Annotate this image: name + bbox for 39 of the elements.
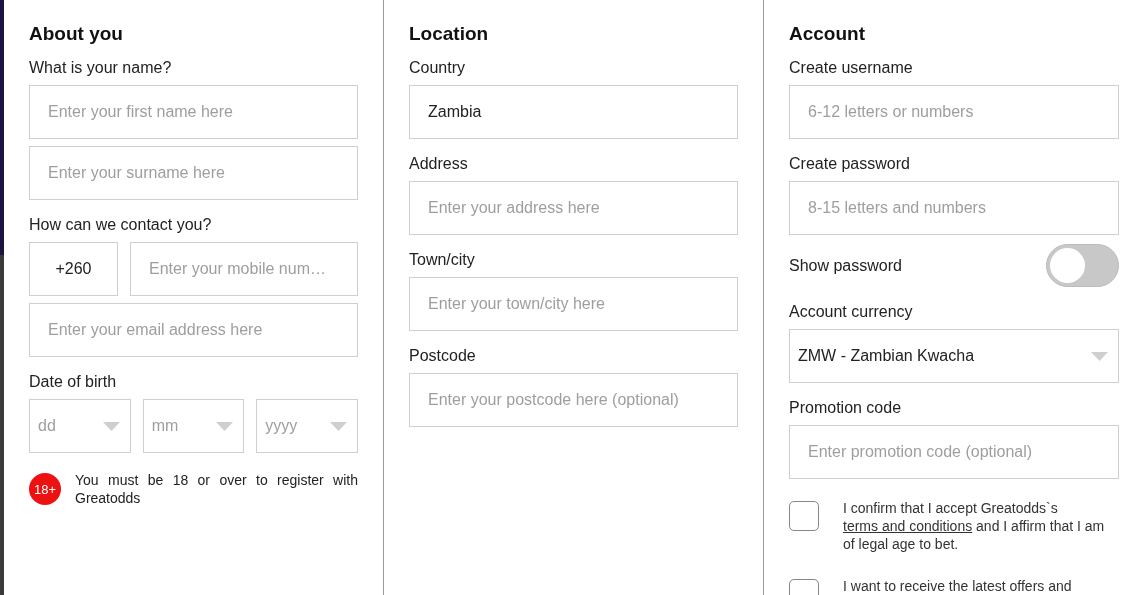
input-field[interactable]: 8-15 letters and numbers [789,181,1119,235]
field-label: Account currency [789,302,914,322]
input-field[interactable]: Enter your address here [409,181,738,235]
checkbox-text: I want to receive the latest offers and [843,577,1073,595]
currency-select[interactable]: ZMW - Zambian Kwacha [789,329,1119,383]
terms-link[interactable]: terms and conditions [843,518,973,534]
field-label: Town/city [409,250,476,270]
field-label: How can we contact you? [29,215,213,235]
input-field[interactable]: Enter your first name here [29,85,358,139]
show-password-toggle[interactable] [1046,244,1119,287]
age-notice: You must be 18 or over to register with Greatodds [75,471,358,507]
checkbox[interactable] [789,501,819,531]
checkbox-text: I confirm that I accept Greatodds`s terms and conditions and I affirm that I am of legal age to bet. [843,499,1106,553]
field-label: Postcode [409,346,477,366]
field-label: Address [409,154,469,174]
input-field[interactable]: Enter your postcode here (optional) [409,373,738,427]
field-label: Country [409,58,467,78]
field-label: Create username [789,58,914,78]
input-field[interactable]: Enter your surname here [29,146,358,200]
field-label: What is your name? [29,58,173,78]
input-field[interactable]: Enter your email address here [29,303,358,357]
input-field[interactable]: 6-12 letters or numbers [789,85,1119,139]
caret-icon [216,421,234,431]
caret-icon [102,421,120,431]
toggle-label: Show password [789,255,902,276]
section-title: Location [409,22,490,46]
caret-icon [330,421,347,431]
input-field[interactable]: Enter promotion code (optional) [789,425,1119,479]
mobile-field[interactable]: Enter your mobile num… [130,242,358,296]
section-title: Account [789,22,866,46]
input-field[interactable]: Zambia [409,85,738,139]
field-label: Create password [789,154,911,174]
field-label: Date of birth [29,372,118,392]
caret-icon [1091,351,1108,361]
field-label: Promotion code [789,398,903,418]
section-title: About you [29,22,124,46]
country-code-field[interactable]: +260 [29,242,118,296]
age-badge: 18+ [29,473,61,505]
input-field[interactable]: Enter your town/city here [409,277,738,331]
